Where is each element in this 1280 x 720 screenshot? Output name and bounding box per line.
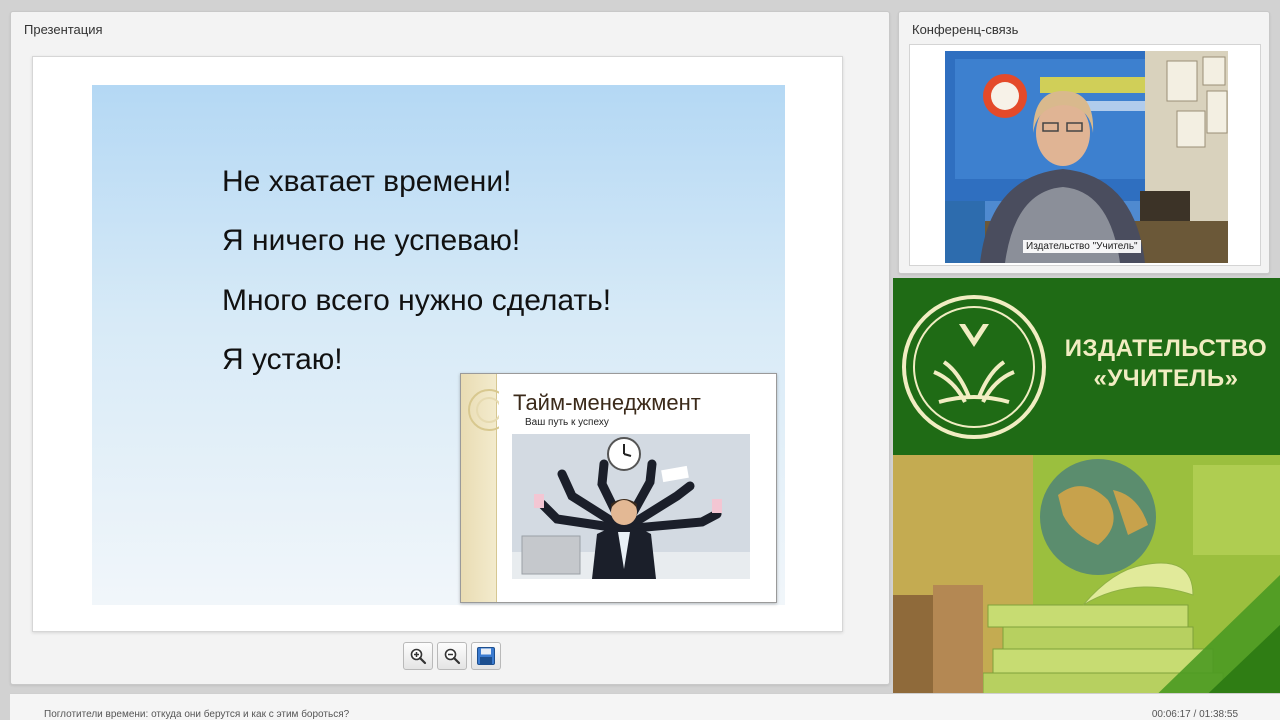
save-button[interactable] bbox=[471, 642, 501, 670]
webcam-video[interactable]: Издательство "Учитель" bbox=[945, 51, 1228, 263]
publisher-banner: ИЗДАТЕЛЬСТВО «УЧИТЕЛЬ» bbox=[893, 278, 1280, 708]
books-and-globe-image bbox=[893, 455, 1280, 708]
publisher-name: ИЗДАТЕЛЬСТВО «УЧИТЕЛЬ» bbox=[1059, 334, 1273, 394]
zoom-in-button[interactable] bbox=[403, 642, 433, 670]
slide-line-3: Много всего нужно сделать! bbox=[222, 284, 612, 317]
slide-line-2: Я ничего не успеваю! bbox=[222, 224, 521, 257]
publisher-banner-header: ИЗДАТЕЛЬСТВО «УЧИТЕЛЬ» bbox=[893, 278, 1280, 455]
slide-frame: Не хватает времени! Я ничего не успеваю!… bbox=[32, 56, 843, 632]
playback-time: 00:06:17 / 01:38:55 bbox=[1151, 709, 1238, 720]
save-icon bbox=[477, 647, 495, 665]
conference-panel-title: Конференц-связь bbox=[912, 22, 1019, 37]
zoom-out-icon bbox=[444, 648, 461, 665]
slide: Не хватает времени! Я ничего не успеваю!… bbox=[92, 85, 785, 605]
publisher-logo-icon bbox=[902, 295, 1046, 439]
webinar-title: Поглотители времени: откуда они берутся … bbox=[44, 709, 350, 720]
presentation-panel: Презентация Не хватает времени! Я ничего… bbox=[10, 11, 890, 685]
slide-toolbar bbox=[403, 642, 501, 670]
multitasking-businessman-image bbox=[512, 434, 750, 579]
player-footer: Поглотители времени: откуда они берутся … bbox=[10, 693, 1280, 720]
swirl-decoration-icon bbox=[468, 389, 499, 431]
time-management-slide-thumbnail: Тайм-менеджмент Ваш путь к успеху bbox=[460, 373, 777, 603]
zoom-in-icon bbox=[410, 648, 427, 665]
presentation-panel-title: Презентация bbox=[24, 22, 103, 37]
inset-decorative-stripe bbox=[461, 374, 499, 602]
publisher-name-line2: «УЧИТЕЛЬ» bbox=[1093, 365, 1239, 392]
slide-line-1: Не хватает времени! bbox=[222, 165, 512, 198]
publisher-name-line1: ИЗДАТЕЛЬСТВО bbox=[1064, 335, 1268, 362]
video-frame: Издательство "Учитель" bbox=[909, 44, 1261, 266]
conference-panel: Конференц-связь Издательство "Учитель" bbox=[898, 11, 1270, 274]
slide-line-4: Я устаю! bbox=[222, 343, 343, 376]
inset-subtitle: Ваш путь к успеху bbox=[525, 417, 609, 428]
zoom-out-button[interactable] bbox=[437, 642, 467, 670]
video-caption: Издательство "Учитель" bbox=[1023, 240, 1141, 253]
inset-title: Тайм-менеджмент bbox=[513, 390, 701, 415]
